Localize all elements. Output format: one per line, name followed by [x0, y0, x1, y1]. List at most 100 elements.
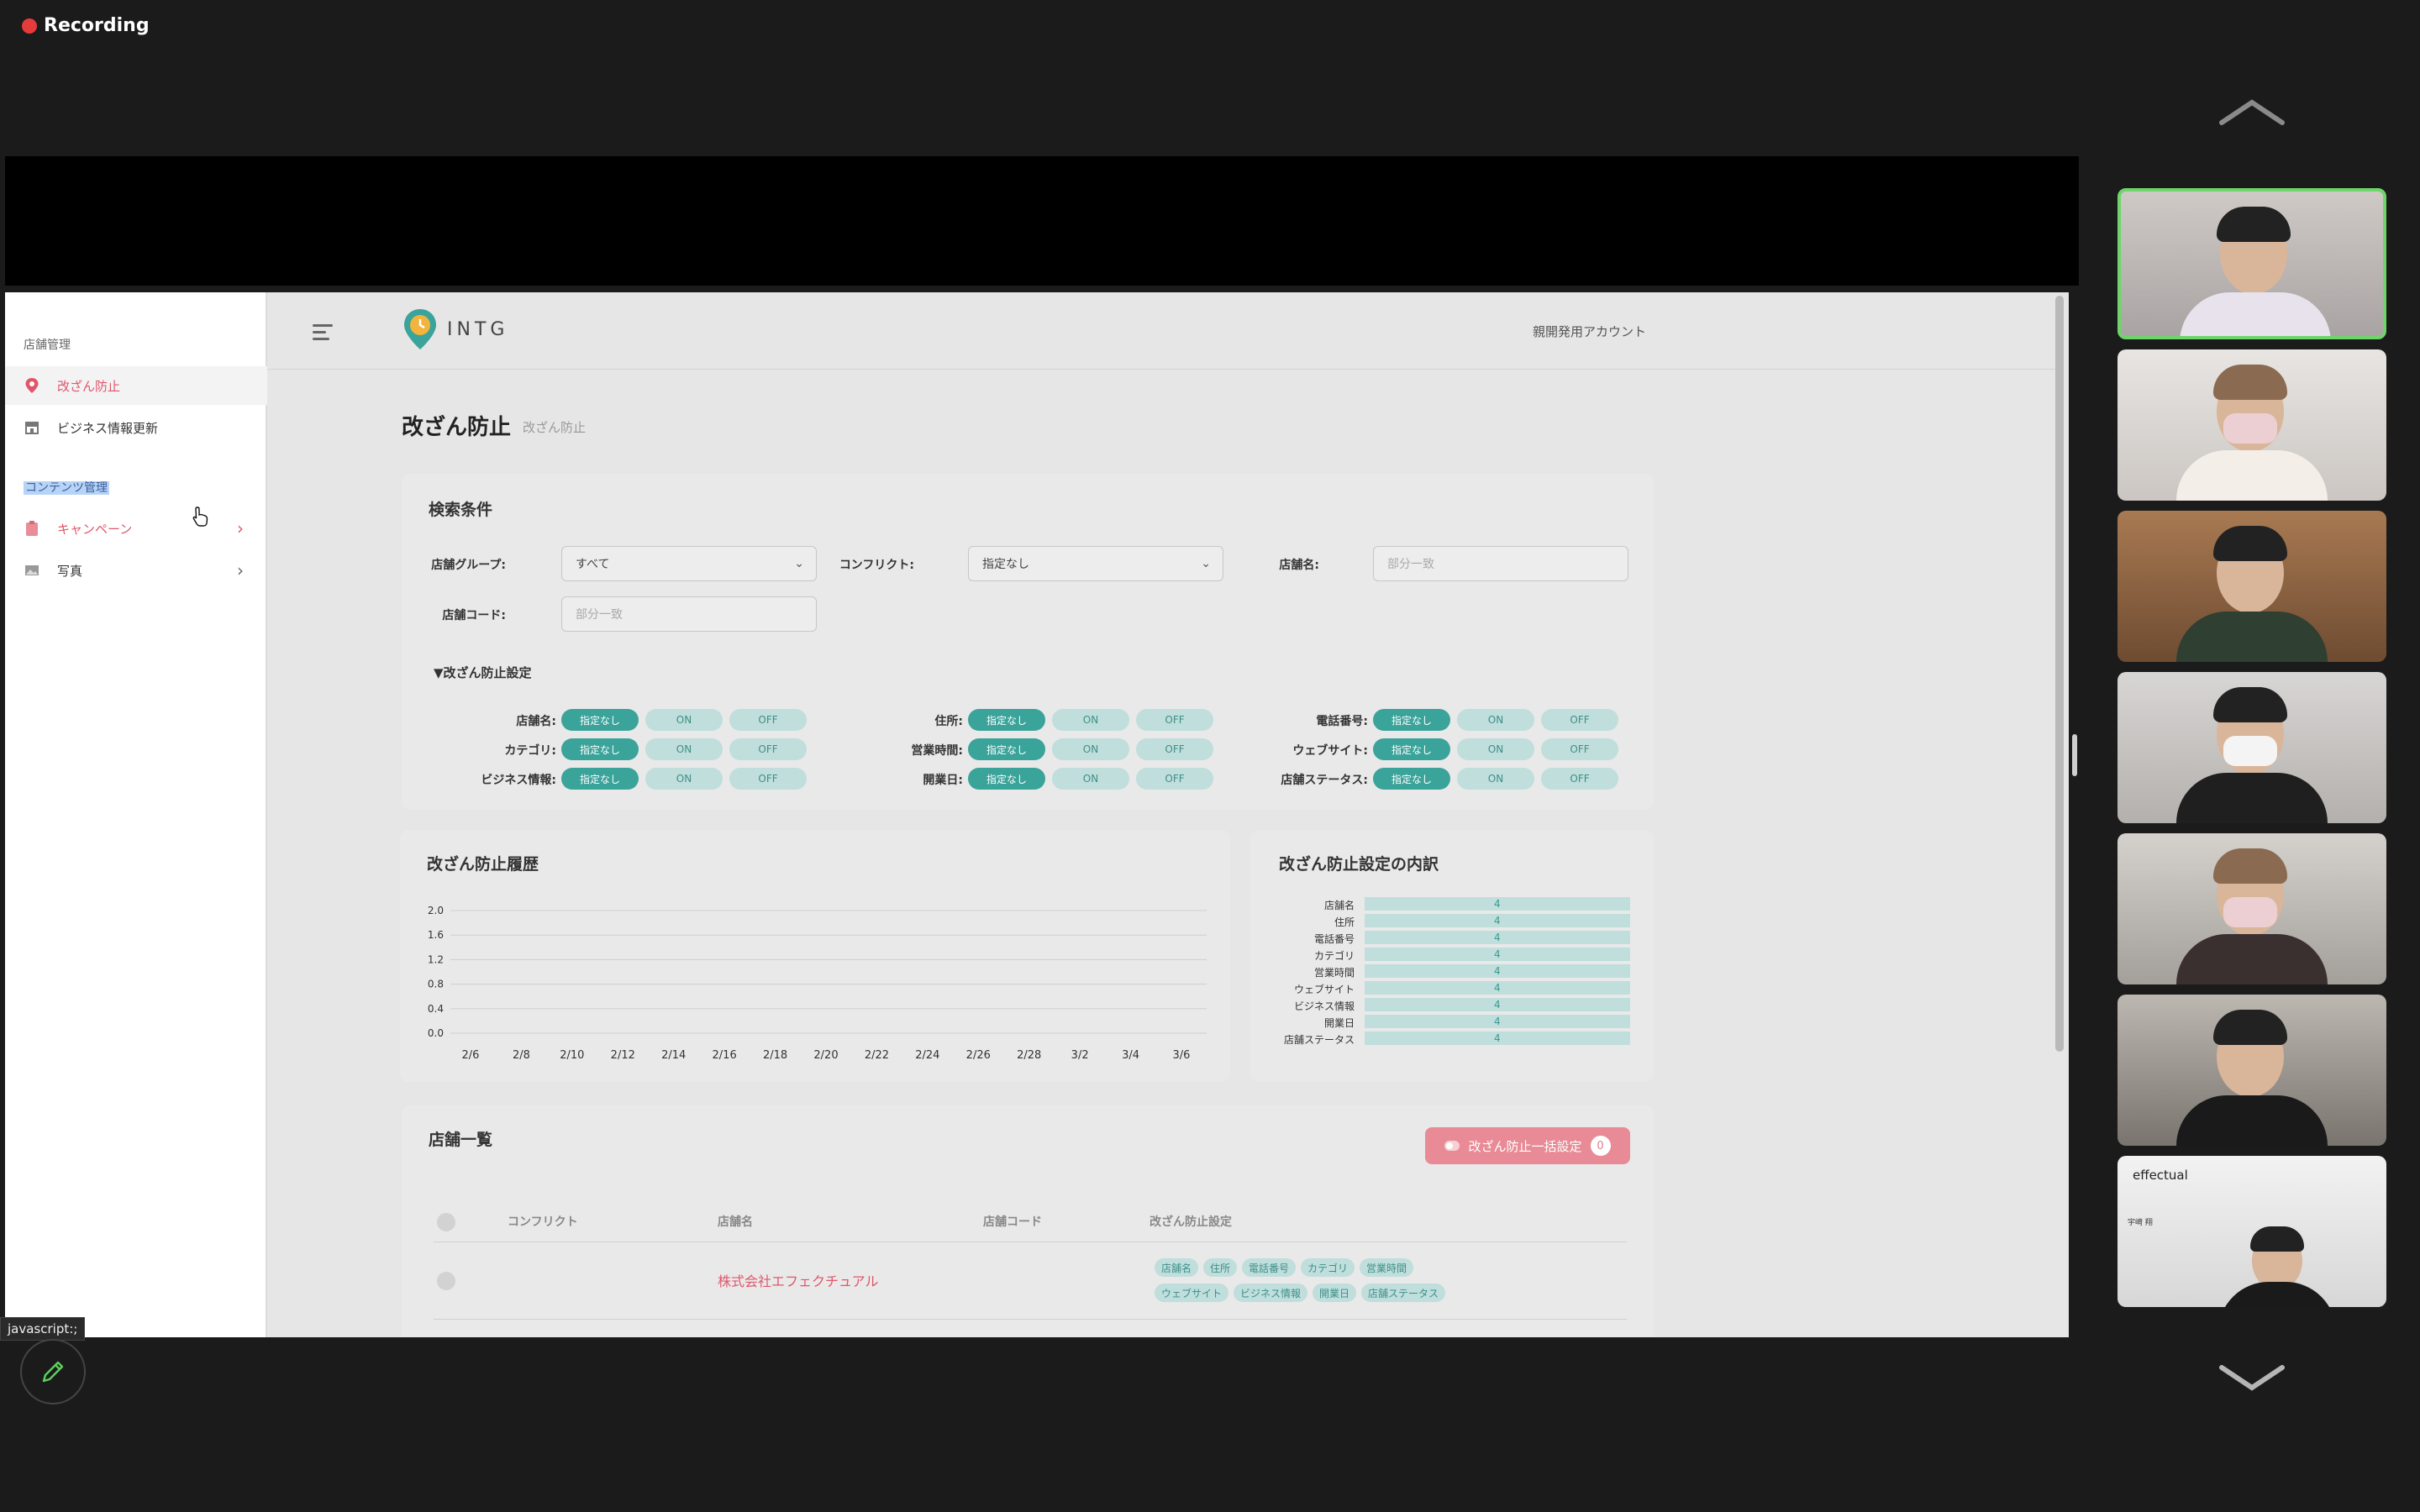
toggle-none[interactable]: 指定なし: [561, 738, 639, 760]
conflict-label: コンフリクト:: [839, 559, 914, 572]
participant-tile[interactable]: [2118, 833, 2386, 984]
y-tick-label: 0.0: [428, 1027, 444, 1039]
x-tick-label: 2/16: [713, 1049, 737, 1062]
x-tick-label: 2/28: [1017, 1049, 1041, 1062]
toggle-label: 開業日:: [923, 774, 963, 787]
toggle-off[interactable]: OFF: [1136, 738, 1213, 760]
conflict-select[interactable]: 指定なし ⌄: [968, 546, 1223, 581]
tamper-tag: 営業時間: [1360, 1258, 1414, 1277]
toggle-off[interactable]: OFF: [1541, 768, 1618, 790]
breakdown-chart-card: 改ざん防止設定の内訳 店舗名 4 住所 4 電話番号 4 カテゴリ 4 営業時間 4 ウェブサイト 4…: [1250, 830, 1654, 1082]
toggle-none[interactable]: 指定なし: [968, 738, 1045, 760]
y-tick-label: 1.2: [428, 953, 444, 965]
participant-tile[interactable]: [2118, 995, 2386, 1146]
toggle-off[interactable]: OFF: [1541, 709, 1618, 731]
participant-tile[interactable]: [2118, 511, 2386, 662]
toggle-off[interactable]: OFF: [1136, 768, 1213, 790]
toggle-off[interactable]: OFF: [729, 738, 807, 760]
toggle-none[interactable]: 指定なし: [561, 709, 639, 731]
x-tick-label: 2/14: [661, 1049, 686, 1062]
bar-value-label: 4: [1494, 915, 1501, 927]
x-tick-label: 2/24: [915, 1049, 939, 1062]
toggle-off[interactable]: OFF: [1541, 738, 1618, 760]
group-select[interactable]: すべて ⌄: [561, 546, 817, 581]
top-bar: INTG 親開発用アカウント: [267, 292, 2060, 370]
tamper-tag: カテゴリ: [1301, 1258, 1355, 1277]
menu-toggle-icon[interactable]: [313, 324, 333, 341]
scroll-up-chevron-icon[interactable]: [2217, 96, 2287, 129]
select-all-checkbox[interactable]: [437, 1213, 455, 1231]
shared-app-window: 店舗管理 改ざん防止 ビジネス情報更新 コンテンツ管理 キャンペーン › 写真 …: [5, 292, 2069, 1337]
bar-value-label: 4: [1494, 948, 1501, 960]
x-tick-label: 3/4: [1122, 1049, 1139, 1062]
participant-tile[interactable]: [2118, 349, 2386, 501]
toggle-none[interactable]: 指定なし: [968, 709, 1045, 731]
toggle-on[interactable]: ON: [645, 709, 723, 731]
y-tick-label: 2.0: [428, 905, 444, 916]
bar-value-label: 4: [1494, 898, 1501, 910]
participant-tile[interactable]: [2118, 188, 2386, 339]
page-title: 改ざん防止: [402, 415, 512, 440]
toggle-on[interactable]: ON: [645, 738, 723, 760]
sidebar-item-label: ビジネス情報更新: [57, 420, 159, 436]
annotate-button[interactable]: [20, 1339, 86, 1404]
logo: INTG: [402, 307, 508, 351]
toggle-label: 店舗ステータス:: [1281, 774, 1368, 787]
store-name-link[interactable]: 株式会社エフェクチュアル: [718, 1270, 879, 1290]
toggle-off[interactable]: OFF: [729, 768, 807, 790]
toggle-off[interactable]: OFF: [1136, 709, 1213, 731]
bar-value-label: 4: [1494, 1032, 1501, 1044]
logo-text: INTG: [447, 318, 509, 340]
bar-category-label: 住所: [1334, 916, 1355, 928]
row-checkbox[interactable]: [437, 1272, 455, 1290]
store-code-label: 店舗コード:: [442, 609, 506, 622]
pencil-icon: [42, 1361, 64, 1383]
toggle-none[interactable]: 指定なし: [1373, 768, 1450, 790]
app-scrollbar[interactable]: [2055, 296, 2064, 1052]
bulk-settings-button[interactable]: 改ざん防止一括設定 0: [1425, 1127, 1630, 1164]
scroll-down-chevron-icon[interactable]: [2217, 1361, 2287, 1394]
toggle-none[interactable]: 指定なし: [561, 768, 639, 790]
tamper-settings-toggle[interactable]: ▼改ざん防止設定: [434, 664, 532, 681]
toggle-none[interactable]: 指定なし: [1373, 709, 1450, 731]
store-code-input[interactable]: 部分一致: [561, 596, 817, 632]
bar-value-label: 4: [1494, 999, 1501, 1011]
sidebar-item-tamper-protection[interactable]: 改ざん防止: [5, 366, 267, 405]
recording-label: Recording: [44, 15, 150, 36]
bar-category-label: 店舗名: [1323, 900, 1355, 911]
x-tick-label: 3/6: [1173, 1049, 1191, 1062]
toggle-on[interactable]: ON: [1052, 709, 1129, 731]
account-name[interactable]: 親開発用アカウント: [1533, 323, 1646, 340]
bar-value-label: 4: [1494, 932, 1501, 943]
participant-tile[interactable]: effectual 宇﨑 翔: [2118, 1156, 2386, 1307]
x-tick-label: 2/8: [513, 1049, 530, 1062]
store-name-input[interactable]: 部分一致: [1373, 546, 1628, 581]
clipboard-icon: [26, 521, 38, 536]
participant-tile[interactable]: [2118, 672, 2386, 823]
participant-body: [2176, 1095, 2328, 1146]
y-tick-label: 1.6: [428, 929, 444, 941]
toggle-on[interactable]: ON: [1052, 738, 1129, 760]
y-tick-label: 0.8: [428, 979, 444, 990]
history-chart: 2.0 1.6 1.2 0.8 0.4 0.0 2/6 2/8 2/10 2/12 2/14 2/16…: [428, 905, 1207, 1062]
hand-cursor-icon: [192, 507, 208, 527]
chevron-right-icon: ›: [237, 518, 244, 538]
history-chart-card: 改ざん防止履歴 2.0 1.6 1.2 0.8 0.4 0.0 2/6 2/8 2/10 2/12…: [400, 830, 1230, 1082]
brand-text: effectual: [2133, 1168, 2188, 1183]
chevron-right-icon: ›: [237, 560, 244, 580]
sidebar-item-campaign[interactable]: キャンペーン ›: [5, 509, 267, 548]
split-view-handle[interactable]: [2072, 734, 2077, 776]
toggle-none[interactable]: 指定なし: [968, 768, 1045, 790]
toggle-none[interactable]: 指定なし: [1373, 738, 1450, 760]
toggle-label: 店舗名:: [516, 715, 556, 728]
toggle-on[interactable]: ON: [1457, 768, 1534, 790]
sidebar-item-business-info[interactable]: ビジネス情報更新: [5, 408, 267, 447]
toggle-on[interactable]: ON: [1457, 709, 1534, 731]
toggle-on[interactable]: ON: [645, 768, 723, 790]
pin-icon: [25, 378, 39, 393]
toggle-off[interactable]: OFF: [729, 709, 807, 731]
search-card-title: 検索条件: [429, 501, 493, 519]
toggle-on[interactable]: ON: [1052, 768, 1129, 790]
toggle-on[interactable]: ON: [1457, 738, 1534, 760]
sidebar-item-photo[interactable]: 写真 ›: [5, 551, 267, 590]
